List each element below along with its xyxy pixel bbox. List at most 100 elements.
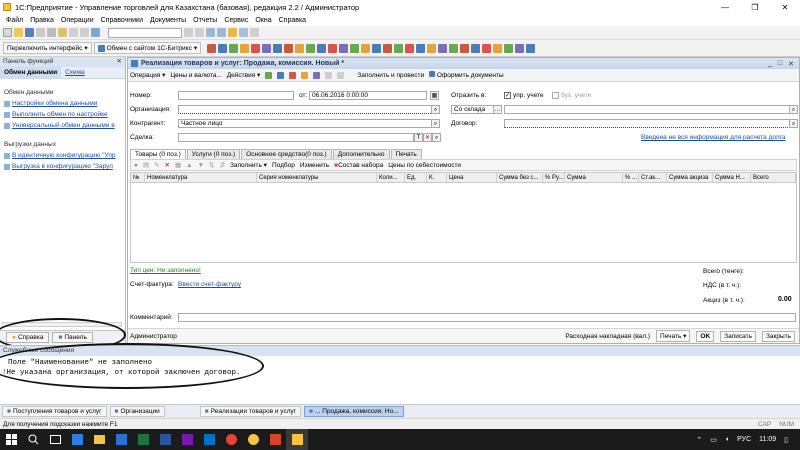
store-icon[interactable] [110,429,132,450]
doc-icon-13[interactable] [339,43,349,53]
network-icon[interactable]: ▭ [710,436,717,444]
menu-service[interactable]: Сервис [224,17,248,24]
search-icon[interactable]: ⌕ [789,105,798,114]
prices-currency-button[interactable]: Цены и валюта... [170,72,221,79]
post-icon[interactable] [265,71,273,79]
save-button[interactable]: Записать [720,330,756,342]
windows-start-icon[interactable] [0,429,22,450]
doc-icon-14[interactable] [350,43,360,53]
calc-icon[interactable] [206,28,215,37]
comment-field[interactable] [178,313,796,322]
buh-checkbox[interactable]: бух. учете [552,92,591,99]
doc-icon-12[interactable] [328,43,338,53]
outlook-icon[interactable] [198,429,220,450]
word-icon[interactable] [154,429,176,450]
doc-icon-4[interactable] [240,43,250,53]
close-button[interactable]: Закрыть [761,330,795,342]
print-form-link[interactable]: Расходная накладная (вал.) [565,333,650,340]
maximize-icon[interactable]: ❐ [740,0,770,14]
back-icon[interactable] [184,28,193,37]
column-header[interactable]: Всего [751,173,796,182]
calendar-icon[interactable]: ▦ [430,91,439,100]
doc-icon-7[interactable] [273,43,283,53]
tab-data-exchange[interactable]: Обмен данными [0,66,62,79]
price-type-link[interactable]: Тип цен: Не заполнено! [130,267,201,274]
1c-app-icon[interactable] [286,429,308,450]
end-edit-icon[interactable]: ▦ [175,161,181,169]
clear-icon[interactable]: ✕ [423,133,432,142]
column-header[interactable]: Коли... [377,173,405,182]
unpost-icon[interactable] [289,71,297,79]
link-export-identical[interactable]: В идентичную конфигурацию "Упр [4,152,125,159]
tab-print[interactable]: Печать [390,149,422,159]
move-down-icon[interactable]: ▼ [198,162,204,169]
find-icon[interactable] [91,28,100,37]
doc-icon-2[interactable] [218,43,228,53]
invoice-link[interactable]: Ввести счет-фактуру [178,281,241,288]
column-header[interactable]: Ед. [405,173,427,182]
operation-menu[interactable]: Операция ▾ [130,71,165,79]
link-exchange-settings[interactable]: Настройки обмена данными [4,100,125,107]
delete-icon[interactable]: ✕ [165,161,170,169]
window-tab-organizations[interactable]: ■ Организации [109,406,165,417]
cost-prices-button[interactable]: Цены по себестоимости [388,162,461,169]
ribbon-icon[interactable] [250,28,259,37]
doc-icon-30[interactable] [526,43,536,53]
contractor-field[interactable]: Частное лицо [178,119,433,128]
doc-icon-19[interactable] [405,43,415,53]
pick-button[interactable]: Подбор [272,162,295,169]
type-icon[interactable]: T [414,133,423,142]
maximize-icon[interactable]: □ [778,60,782,68]
info-icon[interactable] [239,28,248,37]
menu-file[interactable]: Файл [6,17,23,24]
search-combo[interactable] [108,27,182,38]
doc-icon-3[interactable] [229,43,239,53]
doc-icon-5[interactable] [251,43,261,53]
window-tab-sales[interactable]: ■ Реализации товаров и услуг [199,406,302,417]
notifications-icon[interactable]: ▯ [784,436,788,444]
minimize-icon[interactable]: — [710,0,740,14]
excel-icon[interactable] [132,429,154,450]
tab-goods[interactable]: Товары (0 поз.) [130,149,186,159]
menu-windows[interactable]: Окна [255,17,271,24]
doc-icon-17[interactable] [383,43,393,53]
clock[interactable]: 11:09 [759,436,776,443]
tab-scheme[interactable]: Схема [61,69,89,76]
warehouse-type-field[interactable]: Со склада [451,105,494,114]
column-header[interactable]: № [131,173,145,182]
app-icon[interactable] [264,429,286,450]
doc-icon-28[interactable] [504,43,514,53]
paste-icon[interactable] [58,28,67,37]
upr-checkbox[interactable]: ✓ упр. учете [504,92,544,99]
create-documents-button[interactable]: Оформить документы [429,71,504,79]
window-tab-receipts[interactable]: ■ Поступления товаров и услуг [2,406,107,417]
column-header[interactable]: Номенклатура [145,173,257,182]
doc-icon-1[interactable] [207,43,217,53]
doc-icon-23[interactable] [449,43,459,53]
tab-fixed-asset[interactable]: Основное средство(0 поз.) [241,149,332,159]
change-button[interactable]: Изменить [300,162,329,169]
menu-documents[interactable]: Документы [150,17,186,24]
structure-icon[interactable] [301,71,309,79]
document-icon[interactable] [277,71,285,79]
organization-field[interactable] [178,105,433,114]
link-universal-exchange[interactable]: Универсальный обмен данными в [4,122,125,129]
search-icon[interactable]: ⌕ [431,105,440,114]
file-explorer-icon[interactable] [88,429,110,450]
undo-icon[interactable] [69,28,78,37]
search-icon[interactable]: ⌕ [432,133,441,142]
doc-icon-25[interactable] [471,43,481,53]
print-icon[interactable] [325,71,333,79]
search-icon[interactable] [22,429,44,450]
deal-field[interactable] [178,133,414,142]
doc-icon-16[interactable] [372,43,382,53]
doc-icon-10[interactable] [306,43,316,53]
calendar-icon[interactable] [217,28,226,37]
minimize-icon[interactable]: _ [768,60,772,68]
close-icon[interactable]: ✕ [117,57,125,67]
yandex-icon[interactable] [242,429,264,450]
doc-icon-24[interactable] [460,43,470,53]
doc-icon-27[interactable] [493,43,503,53]
copy-icon[interactable] [47,28,56,37]
doc-icon-18[interactable] [394,43,404,53]
